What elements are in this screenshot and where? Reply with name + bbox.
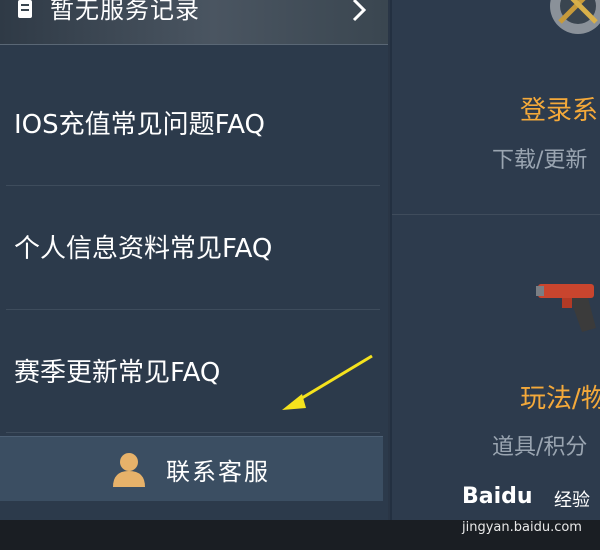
- faq-item-label: 赛季更新常见FAQ: [14, 358, 221, 388]
- document-icon: [18, 0, 32, 18]
- user-avatar-icon: [113, 453, 145, 487]
- faq-item-label: 个人信息资料常见FAQ: [14, 234, 273, 264]
- watermark-brand: Baidu: [462, 484, 533, 509]
- flare-gun-icon: [536, 284, 596, 332]
- card-subtitle: 下载/更新: [492, 148, 588, 173]
- category-panel: 登录系 下载/更新 玩法/物 道具/积分: [390, 0, 600, 550]
- service-record-title: 暂无服务记录: [50, 0, 200, 24]
- contact-support-button[interactable]: 联系客服: [0, 436, 383, 501]
- faq-panel: 暂无服务记录 IOS充值常见问题FAQ 个人信息资料常见FAQ 赛季更新常见FA…: [0, 0, 388, 550]
- gear-tools-icon: [550, 0, 600, 34]
- card-title: 玩法/物: [520, 384, 600, 414]
- chevron-right-icon[interactable]: [348, 0, 372, 24]
- card-login[interactable]: 登录系 下载/更新: [392, 0, 600, 214]
- contact-support-label: 联系客服: [166, 458, 270, 486]
- divider: [6, 432, 380, 433]
- faq-item-ios-recharge[interactable]: IOS充值常见问题FAQ: [0, 62, 388, 182]
- watermark-suffix: 经验: [554, 490, 590, 511]
- service-record-bar[interactable]: 暂无服务记录: [0, 0, 388, 45]
- yellow-arrow-annotation: [282, 354, 373, 410]
- card-title: 登录系: [520, 96, 599, 126]
- watermark-url: jingyan.baidu.com: [462, 520, 582, 535]
- baidu-watermark: Baidu 经验 jingyan.baidu.com: [462, 484, 600, 538]
- faq-item-personal-info[interactable]: 个人信息资料常见FAQ: [0, 186, 388, 306]
- card-subtitle: 道具/积分: [492, 435, 588, 460]
- faq-item-label: IOS充值常见问题FAQ: [14, 110, 265, 140]
- card-gameplay[interactable]: 玩法/物 道具/积分: [392, 215, 600, 515]
